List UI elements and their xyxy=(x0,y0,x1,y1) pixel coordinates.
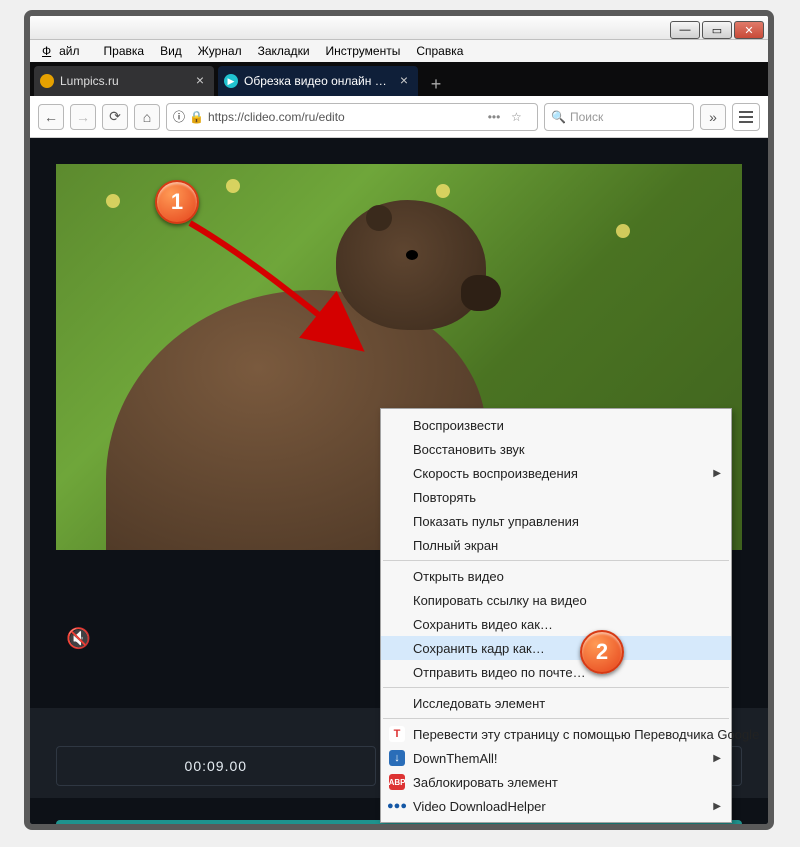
ctx-copy-link[interactable]: Копировать ссылку на видео xyxy=(381,588,731,612)
menu-bar: Файл Правка Вид Журнал Закладки Инструме… xyxy=(30,40,768,62)
back-button[interactable]: ← xyxy=(38,104,64,130)
favicon-0 xyxy=(40,74,54,88)
ctx-sep-1 xyxy=(383,560,729,561)
search-box[interactable]: 🔍 Поиск xyxy=(544,103,694,131)
tab-1-title: Обрезка видео онлайн — Обр xyxy=(244,74,396,88)
tab-0[interactable]: Lumpics.ru × xyxy=(34,66,214,96)
ctx-play[interactable]: Воспроизвести xyxy=(381,413,731,437)
menu-bookmarks[interactable]: Закладки xyxy=(250,42,318,60)
site-info-icon[interactable]: ⓘ xyxy=(173,108,185,125)
page-actions-icon[interactable]: ••• xyxy=(481,110,507,124)
ctx-sep-3 xyxy=(383,718,729,719)
ctx-sep-2 xyxy=(383,687,729,688)
overflow-button[interactable]: » xyxy=(700,104,726,130)
ctx-downthemall[interactable]: ↓DownThemAll!▶ xyxy=(381,746,731,770)
ctx-adblock[interactable]: ABPЗаблокировать элемент xyxy=(381,770,731,794)
context-menu: Воспроизвести Восстановить звук Скорость… xyxy=(380,408,732,823)
bookmark-star-icon[interactable]: ☆ xyxy=(511,110,531,124)
ctx-speed[interactable]: Скорость воспроизведения▶ xyxy=(381,461,731,485)
reload-button[interactable]: ⟳ xyxy=(102,104,128,130)
menu-view[interactable]: Вид xyxy=(152,42,190,60)
ctx-dlhelper[interactable]: ●●●Video DownloadHelper▶ xyxy=(381,794,731,818)
new-tab-button[interactable]: + xyxy=(424,72,448,96)
minimize-button[interactable]: — xyxy=(670,21,700,39)
url-bar[interactable]: ⓘ 🔒 https://clideo.com/ru/edito ••• ☆ xyxy=(166,103,538,131)
titlebar: — ▭ ✕ xyxy=(30,16,768,40)
callout-1: 1 xyxy=(155,180,199,224)
ctx-translate[interactable]: TПеревести эту страницу с помощью Перево… xyxy=(381,722,731,746)
menu-button[interactable] xyxy=(732,103,760,131)
home-button[interactable]: ⌂ xyxy=(134,104,160,130)
mute-icon[interactable]: 🔇 xyxy=(66,626,91,651)
tab-0-close-icon[interactable]: × xyxy=(192,73,208,89)
start-time-field[interactable]: 00:09.00 xyxy=(56,746,376,786)
search-icon: 🔍 xyxy=(551,110,566,124)
page-content: 🔇 00:09.00 до 00:21.00 Обрезать Воспроиз… xyxy=(30,138,768,824)
menu-history[interactable]: Журнал xyxy=(190,42,250,60)
ctx-inspect[interactable]: Исследовать элемент xyxy=(381,691,731,715)
forward-button[interactable]: → xyxy=(70,104,96,130)
ctx-fullscreen[interactable]: Полный экран xyxy=(381,533,731,557)
tab-1-close-icon[interactable]: × xyxy=(396,73,412,89)
tab-0-title: Lumpics.ru xyxy=(60,74,192,88)
menu-tools[interactable]: Инструменты xyxy=(318,42,409,60)
browser-window: — ▭ ✕ Файл Правка Вид Журнал Закладки Ин… xyxy=(24,10,774,830)
favicon-1: ▶ xyxy=(224,74,238,88)
ctx-repeat[interactable]: Повторять xyxy=(381,485,731,509)
lock-icon: 🔒 xyxy=(189,110,204,124)
search-placeholder: Поиск xyxy=(570,110,603,124)
url-text: https://clideo.com/ru/edito xyxy=(208,110,477,124)
menu-edit[interactable]: Правка xyxy=(96,42,153,60)
callout-2: 2 xyxy=(580,630,624,674)
ctx-save-video[interactable]: Сохранить видео как… xyxy=(381,612,731,636)
toolbar: ← → ⟳ ⌂ ⓘ 🔒 https://clideo.com/ru/edito … xyxy=(30,96,768,138)
ctx-open-video[interactable]: Открыть видео xyxy=(381,564,731,588)
maximize-button[interactable]: ▭ xyxy=(702,21,732,39)
ctx-restore-sound[interactable]: Восстановить звук xyxy=(381,437,731,461)
ctx-controls[interactable]: Показать пульт управления xyxy=(381,509,731,533)
tab-1[interactable]: ▶ Обрезка видео онлайн — Обр × xyxy=(218,66,418,96)
menu-file[interactable]: Файл xyxy=(34,42,96,60)
close-button[interactable]: ✕ xyxy=(734,21,764,39)
ctx-send-mail[interactable]: Отправить видео по почте… xyxy=(381,660,731,684)
ctx-save-frame[interactable]: Сохранить кадр как… xyxy=(381,636,731,660)
tab-strip: Lumpics.ru × ▶ Обрезка видео онлайн — Об… xyxy=(30,62,768,96)
menu-help[interactable]: Справка xyxy=(408,42,471,60)
